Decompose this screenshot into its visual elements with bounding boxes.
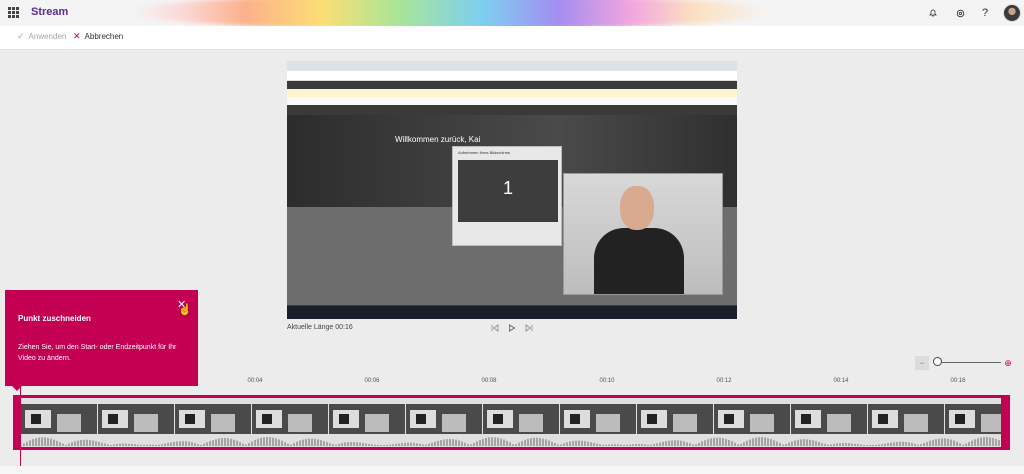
webcam-person-face [620,186,654,230]
recorded-screen-dialog: Aufnehmen Ihres Bildschirms 1 [452,146,562,246]
trim-end-handle[interactable] [1002,395,1010,450]
recorded-address-bar [287,71,737,81]
ruler-tick: 00:16 [950,378,966,384]
apply-label: Anwenden [28,32,67,41]
gear-icon[interactable] [952,5,968,21]
recorded-browser-tabs [287,61,737,71]
timeline-thumbnail [945,404,1001,434]
ruler-tick: 00:14 [833,378,849,384]
timeline-thumbnail [483,404,559,434]
skip-forward-icon[interactable] [525,324,533,334]
ruler-tick: 00:10 [599,378,615,384]
zoom-slider-thumb[interactable] [933,357,942,366]
trim-point-tooltip: ✕ Punkt zuschneiden Ziehen Sie, um den S… [5,290,198,391]
tooltip-text: Ziehen Sie, um den Start- oder Endzeitpu… [18,344,177,362]
app-header: Stream ? [0,0,1024,26]
timeline-thumbnail [637,404,713,434]
recorded-countdown-number: 1 [502,178,513,198]
timeline-zoom: − ⊕ [915,356,1015,370]
timeline-strip[interactable] [13,395,1010,450]
waffle-icon[interactable] [8,7,19,18]
hand-cursor-icon: ☝ [178,304,192,316]
zoom-in-icon[interactable]: ⊕ [1001,356,1015,370]
audio-waveform [21,437,1000,446]
horizontal-scrollbar[interactable] [0,466,1024,474]
timeline-thumbnail [406,404,482,434]
cancel-label: Abbrechen [84,32,124,41]
ruler-tick: 00:08 [481,378,497,384]
recorded-warning-bar [287,89,737,97]
timeline-thumbnail [21,404,97,434]
ruler-tick: 00:12 [716,378,732,384]
apply-button[interactable]: ✓ Anwenden [17,31,66,42]
timeline-thumbnail [252,404,328,434]
tooltip-pointer [12,386,22,391]
recorded-dialog-title: Aufnehmen Ihres Bildschirms [458,150,511,155]
webcam-person-body [594,228,684,294]
timeline-thumbnail [791,404,867,434]
skip-back-icon[interactable] [491,324,499,334]
ruler-tick: 00:04 [247,378,263,384]
video-length-label: Aktuelle Länge 00:16 [287,324,353,331]
app-name[interactable]: Stream [31,6,68,18]
timeline-thumbnail [868,404,944,434]
recorded-welcome-text: Willkommen zurück, Kai [395,135,481,144]
avatar[interactable] [1003,4,1021,22]
waveform-path [21,437,1000,446]
recorded-taskbar [287,306,737,319]
timeline-thumbnail [98,404,174,434]
zoom-slider-track[interactable] [937,362,1001,363]
thumbnail-row [21,404,1001,434]
recorded-countdown-panel: 1 [458,160,558,222]
playhead[interactable] [20,386,21,468]
timeline-thumbnail [714,404,790,434]
timeline-thumbnail [560,404,636,434]
video-preview[interactable]: Willkommen zurück, Kai Aufnehmen Ihres B… [287,61,737,319]
tooltip-title: Punkt zuschneiden [18,314,91,323]
help-icon[interactable]: ? [977,5,993,21]
checkmark-icon: ✓ [17,31,25,41]
bell-icon[interactable] [925,5,941,21]
timeline-thumbnail [175,404,251,434]
zoom-out-icon[interactable]: − [915,356,929,370]
command-bar: ✓ Anwenden ✕ Abbrechen [0,26,1024,50]
recorded-bookmarks-bar [287,97,737,105]
cancel-button[interactable]: ✕ Abbrechen [73,31,123,42]
ruler-tick: 00:06 [364,378,380,384]
header-decoration [130,0,770,26]
timeline-frames [21,398,1001,447]
timeline-thumbnail [329,404,405,434]
close-icon: ✕ [73,31,81,41]
play-icon[interactable] [508,324,516,334]
webcam-overlay [563,173,723,295]
